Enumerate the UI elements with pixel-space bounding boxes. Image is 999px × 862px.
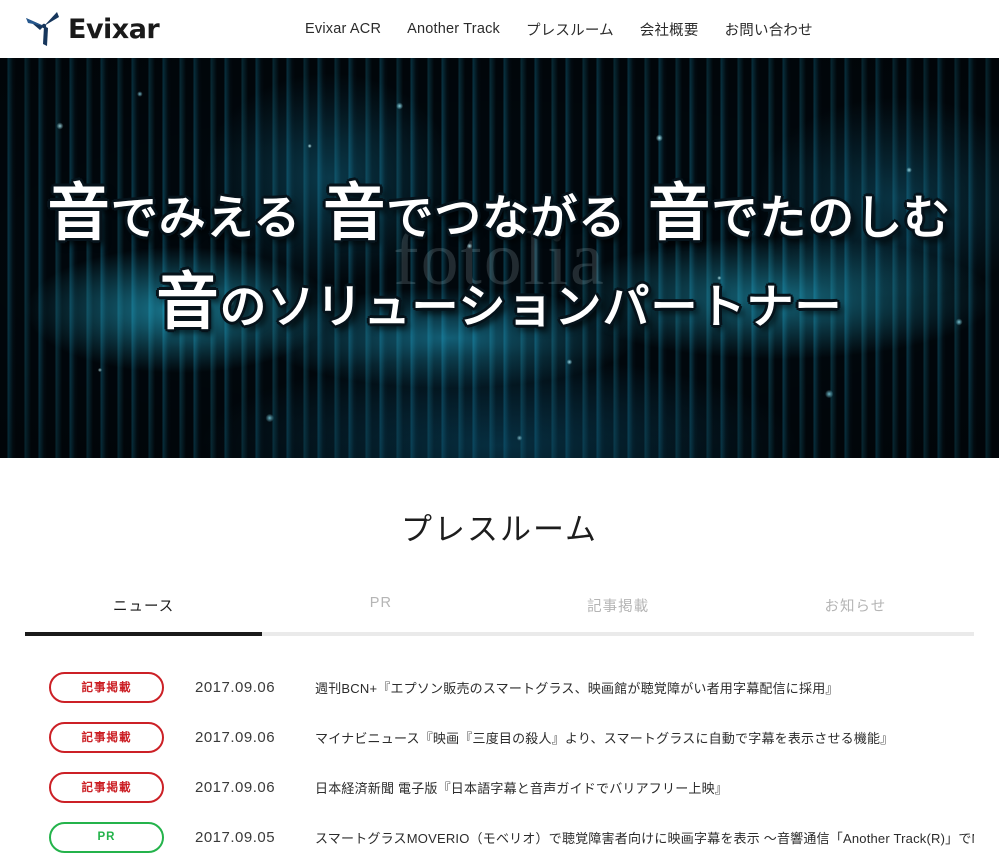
news-row[interactable]: 記事掲載 2017.09.06 週刊BCN+『エプソン販売のスマートグラス、映画… — [25, 662, 974, 712]
site-header: Evixar Evixar ACR Another Track プレスルーム 会… — [0, 0, 999, 58]
hero-kanji-2: 音 — [323, 178, 387, 248]
news-title[interactable]: 週刊BCN+『エプソン販売のスマートグラス、映画館が聴覚障がい者用字幕配信に採用… — [315, 678, 839, 697]
tab-list: ニュース PR 記事掲載 お知らせ — [25, 595, 974, 632]
evixar-propeller-logo-icon — [26, 12, 59, 46]
logo-text: Evixar — [68, 13, 160, 45]
hero-text-1: でみえる — [110, 190, 302, 244]
pressroom-tabs: ニュース PR 記事掲載 お知らせ — [25, 595, 974, 636]
hero-text-2: でつながる — [386, 190, 627, 244]
nav-item-pressroom[interactable]: プレスルーム — [526, 19, 614, 40]
hero-kanji-4: 音 — [156, 268, 220, 337]
news-date: 2017.09.05 — [195, 828, 276, 846]
news-title[interactable]: スマートグラスMOVERIO（モベリオ）で聴覚障害者向けに映画字幕を表示 ～音響… — [315, 828, 974, 847]
status-badge: 記事掲載 — [49, 721, 164, 753]
tab-active-indicator — [25, 632, 263, 636]
hero-kanji-1: 音 — [47, 178, 111, 248]
hero-kanji-3: 音 — [648, 178, 712, 248]
nav-item-contact[interactable]: お問い合わせ — [725, 19, 813, 40]
status-badge: 記事掲載 — [49, 671, 164, 703]
page-title: プレスルーム — [400, 512, 599, 547]
nav-item-another-track[interactable]: Another Track — [407, 21, 500, 37]
tab-articles[interactable]: 記事掲載 — [500, 595, 737, 632]
tab-notices[interactable]: お知らせ — [737, 595, 974, 632]
hero-headline-2: 音のソリューションパートナー — [156, 268, 842, 337]
tab-underline-track — [25, 632, 974, 636]
news-row[interactable]: PR 2017.09.05 スマートグラスMOVERIO（モベリオ）で聴覚障害者… — [25, 812, 974, 862]
news-list: 記事掲載 2017.09.06 週刊BCN+『エプソン販売のスマートグラス、映画… — [25, 662, 974, 862]
news-date: 2017.09.06 — [195, 728, 276, 746]
hero-content: 音でみえる 音でつながる 音でたのしむ 音のソリューションパートナー — [0, 58, 999, 458]
news-row[interactable]: 記事掲載 2017.09.06 日本経済新聞 電子版『日本語字幕と音声ガイドでバ… — [25, 762, 974, 812]
news-row[interactable]: 記事掲載 2017.09.06 マイナビニュース『映画『三度目の殺人』より、スマ… — [25, 712, 974, 762]
hero-text-4: のソリューションパートナー — [219, 280, 843, 333]
news-date: 2017.09.06 — [195, 778, 276, 796]
news-date: 2017.09.06 — [195, 678, 276, 696]
status-badge: PR — [49, 821, 164, 853]
news-title[interactable]: 日本経済新聞 電子版『日本語字幕と音声ガイドでバリアフリー上映』 — [315, 778, 728, 797]
main-navigation: Evixar ACR Another Track プレスルーム 会社概要 お問い… — [305, 0, 813, 58]
site-logo[interactable]: Evixar — [24, 10, 160, 48]
tab-pr[interactable]: PR — [262, 595, 499, 632]
hero-banner: fotolia 音でみえる音でつながる音でたのしむ 音のソリューションパートナー — [0, 58, 999, 458]
news-title[interactable]: マイナビニュース『映画『三度目の殺人』より、スマートグラスに自動で字幕を表示させ… — [315, 728, 893, 747]
tab-news[interactable]: ニュース — [25, 595, 262, 632]
pressroom-section: プレスルーム ニュース PR 記事掲載 お知らせ 記事掲載 2017.09.06… — [0, 458, 999, 862]
nav-item-company[interactable]: 会社概要 — [640, 19, 699, 40]
nav-item-evixar-acr[interactable]: Evixar ACR — [305, 21, 381, 37]
hero-headline-1: 音でみえる 音でつながる 音でたのしむ — [48, 179, 952, 248]
hero-text-3: でたのしむ — [711, 190, 952, 244]
status-badge: 記事掲載 — [49, 771, 164, 803]
